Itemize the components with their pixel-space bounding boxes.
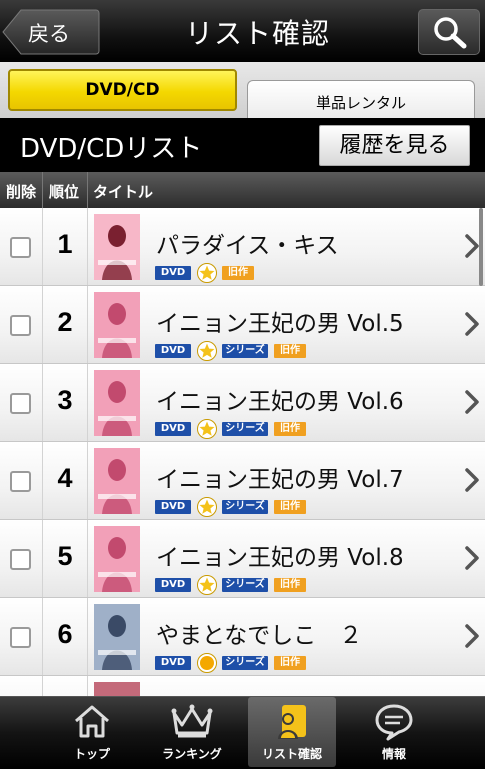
rank-number: 4 [57,463,73,493]
cover-thumbnail[interactable] [94,214,140,280]
cover-thumbnail[interactable] [94,370,140,436]
old-release-badge: 旧作 [222,266,254,280]
series-badge: シリーズ [222,422,268,436]
item-title[interactable]: やまとなでしこ ２ [156,616,362,650]
item-title[interactable]: イニョン王妃の男 Vol.7 [156,460,404,494]
series-badge: シリーズ [222,500,268,514]
old-release-badge: 旧作 [274,578,306,592]
star-rating-icon [197,263,217,283]
column-divider [87,172,88,208]
star-rating-icon [197,497,217,517]
item-title[interactable]: イニョン王妃の男 Vol.6 [156,382,404,416]
nav-ranking[interactable]: ランキング [148,697,236,767]
page-title: リスト確認 [184,17,330,50]
cover-thumbnail[interactable] [94,448,140,514]
cover-thumbnail[interactable] [94,526,140,592]
item-title[interactable]: イニョン王妃の男 Vol.8 [156,538,404,572]
tab-bar: DVD/CD 単品レンタル [0,62,485,118]
rank-number: 3 [57,385,73,415]
tab-dvd-cd[interactable]: DVD/CD [8,69,237,111]
nav-list-label: リスト確認 [261,747,322,761]
dvd-badge: DVD [155,344,191,358]
old-release-badge: 旧作 [274,500,306,514]
delete-checkbox[interactable] [10,315,31,336]
item-title[interactable]: パラダイス・キス [156,226,339,260]
row-divider [42,676,43,696]
column-delete: 削除 [6,183,37,201]
back-button[interactable]: 戻る [2,9,100,55]
star-rating-icon [197,341,217,361]
list-item[interactable]: 4 イニョン王妃の男 Vol.7 DVD シリーズ 旧作 [0,442,485,520]
nav-list-confirm[interactable]: リスト確認 [248,697,336,767]
rank-number: 2 [57,307,73,337]
cover-thumbnail[interactable] [94,604,140,670]
list-item[interactable]: 6 やまとなでしこ ２ DVD シリーズ 旧作 [0,598,485,676]
star-rating-icon [197,575,217,595]
star-rating-icon [197,419,217,439]
back-label: 戻る [28,22,70,46]
rank-number: 6 [57,619,73,649]
chevron-right-icon[interactable] [465,390,479,414]
rank-number: 1 [57,229,73,259]
app-header: 戻る リスト確認 [0,0,485,62]
circle-rating-icon [197,653,217,673]
nav-ranking-label: ランキング [162,747,222,761]
old-release-badge: 旧作 [274,422,306,436]
list-item[interactable] [0,676,485,696]
list-header-bar: DVD/CDリスト 履歴を見る [0,118,485,172]
list-title: DVD/CDリスト [20,134,203,164]
search-button[interactable] [418,9,480,55]
row-divider [87,676,88,696]
dvd-badge: DVD [155,422,191,436]
crown-icon [171,704,213,738]
search-icon [434,17,467,49]
series-badge: シリーズ [222,578,268,592]
list-person-icon [278,705,306,739]
nav-info-label: 情報 [381,747,406,761]
history-button[interactable]: 履歴を見る [319,125,470,166]
chevron-right-icon[interactable] [465,468,479,492]
rank-number: 5 [57,541,73,571]
bottom-nav: トップ ランキング リスト確認 情報 [0,696,485,769]
nav-top[interactable]: トップ [48,697,136,767]
chevron-right-icon[interactable] [465,624,479,648]
series-badge: シリーズ [222,344,268,358]
item-title[interactable]: イニョン王妃の男 Vol.5 [156,304,404,338]
tab-single-rental[interactable]: 単品レンタル [247,80,475,118]
dvd-badge: DVD [155,500,191,514]
delete-checkbox[interactable] [10,237,31,258]
delete-checkbox[interactable] [10,471,31,492]
delete-checkbox[interactable] [10,627,31,648]
dvd-badge: DVD [155,578,191,592]
list-scrollbar[interactable] [479,208,483,286]
chevron-right-icon[interactable] [465,312,479,336]
rental-list: 1 パラダイス・キス DVD 旧作 2 イニョン王妃の男 Vol.5 DVD シリーズ 旧作 3 イ… [0,208,485,696]
home-icon [75,705,109,738]
list-item[interactable]: 1 パラダイス・キス DVD 旧作 [0,208,485,286]
delete-checkbox[interactable] [10,393,31,414]
series-badge: シリーズ [222,656,268,670]
list-item[interactable]: 5 イニョン王妃の男 Vol.8 DVD シリーズ 旧作 [0,520,485,598]
column-title: タイトル [93,183,154,201]
old-release-badge: 旧作 [274,656,306,670]
delete-checkbox[interactable] [10,549,31,570]
list-item[interactable]: 3 イニョン王妃の男 Vol.6 DVD シリーズ 旧作 [0,364,485,442]
chevron-right-icon[interactable] [465,546,479,570]
column-divider [42,172,43,208]
old-release-badge: 旧作 [274,344,306,358]
nav-info[interactable]: 情報 [350,697,438,767]
cover-thumbnail[interactable] [94,292,140,358]
column-header: 削除 順位 タイトル [0,172,485,208]
chevron-right-icon[interactable] [465,234,479,258]
dvd-badge: DVD [155,656,191,670]
column-rank: 順位 [49,183,80,201]
list-item[interactable]: 2 イニョン王妃の男 Vol.5 DVD シリーズ 旧作 [0,286,485,364]
speech-bubble-icon [375,704,413,741]
nav-top-label: トップ [73,747,110,761]
dvd-badge: DVD [155,266,191,280]
cover-thumbnail[interactable] [94,682,140,696]
